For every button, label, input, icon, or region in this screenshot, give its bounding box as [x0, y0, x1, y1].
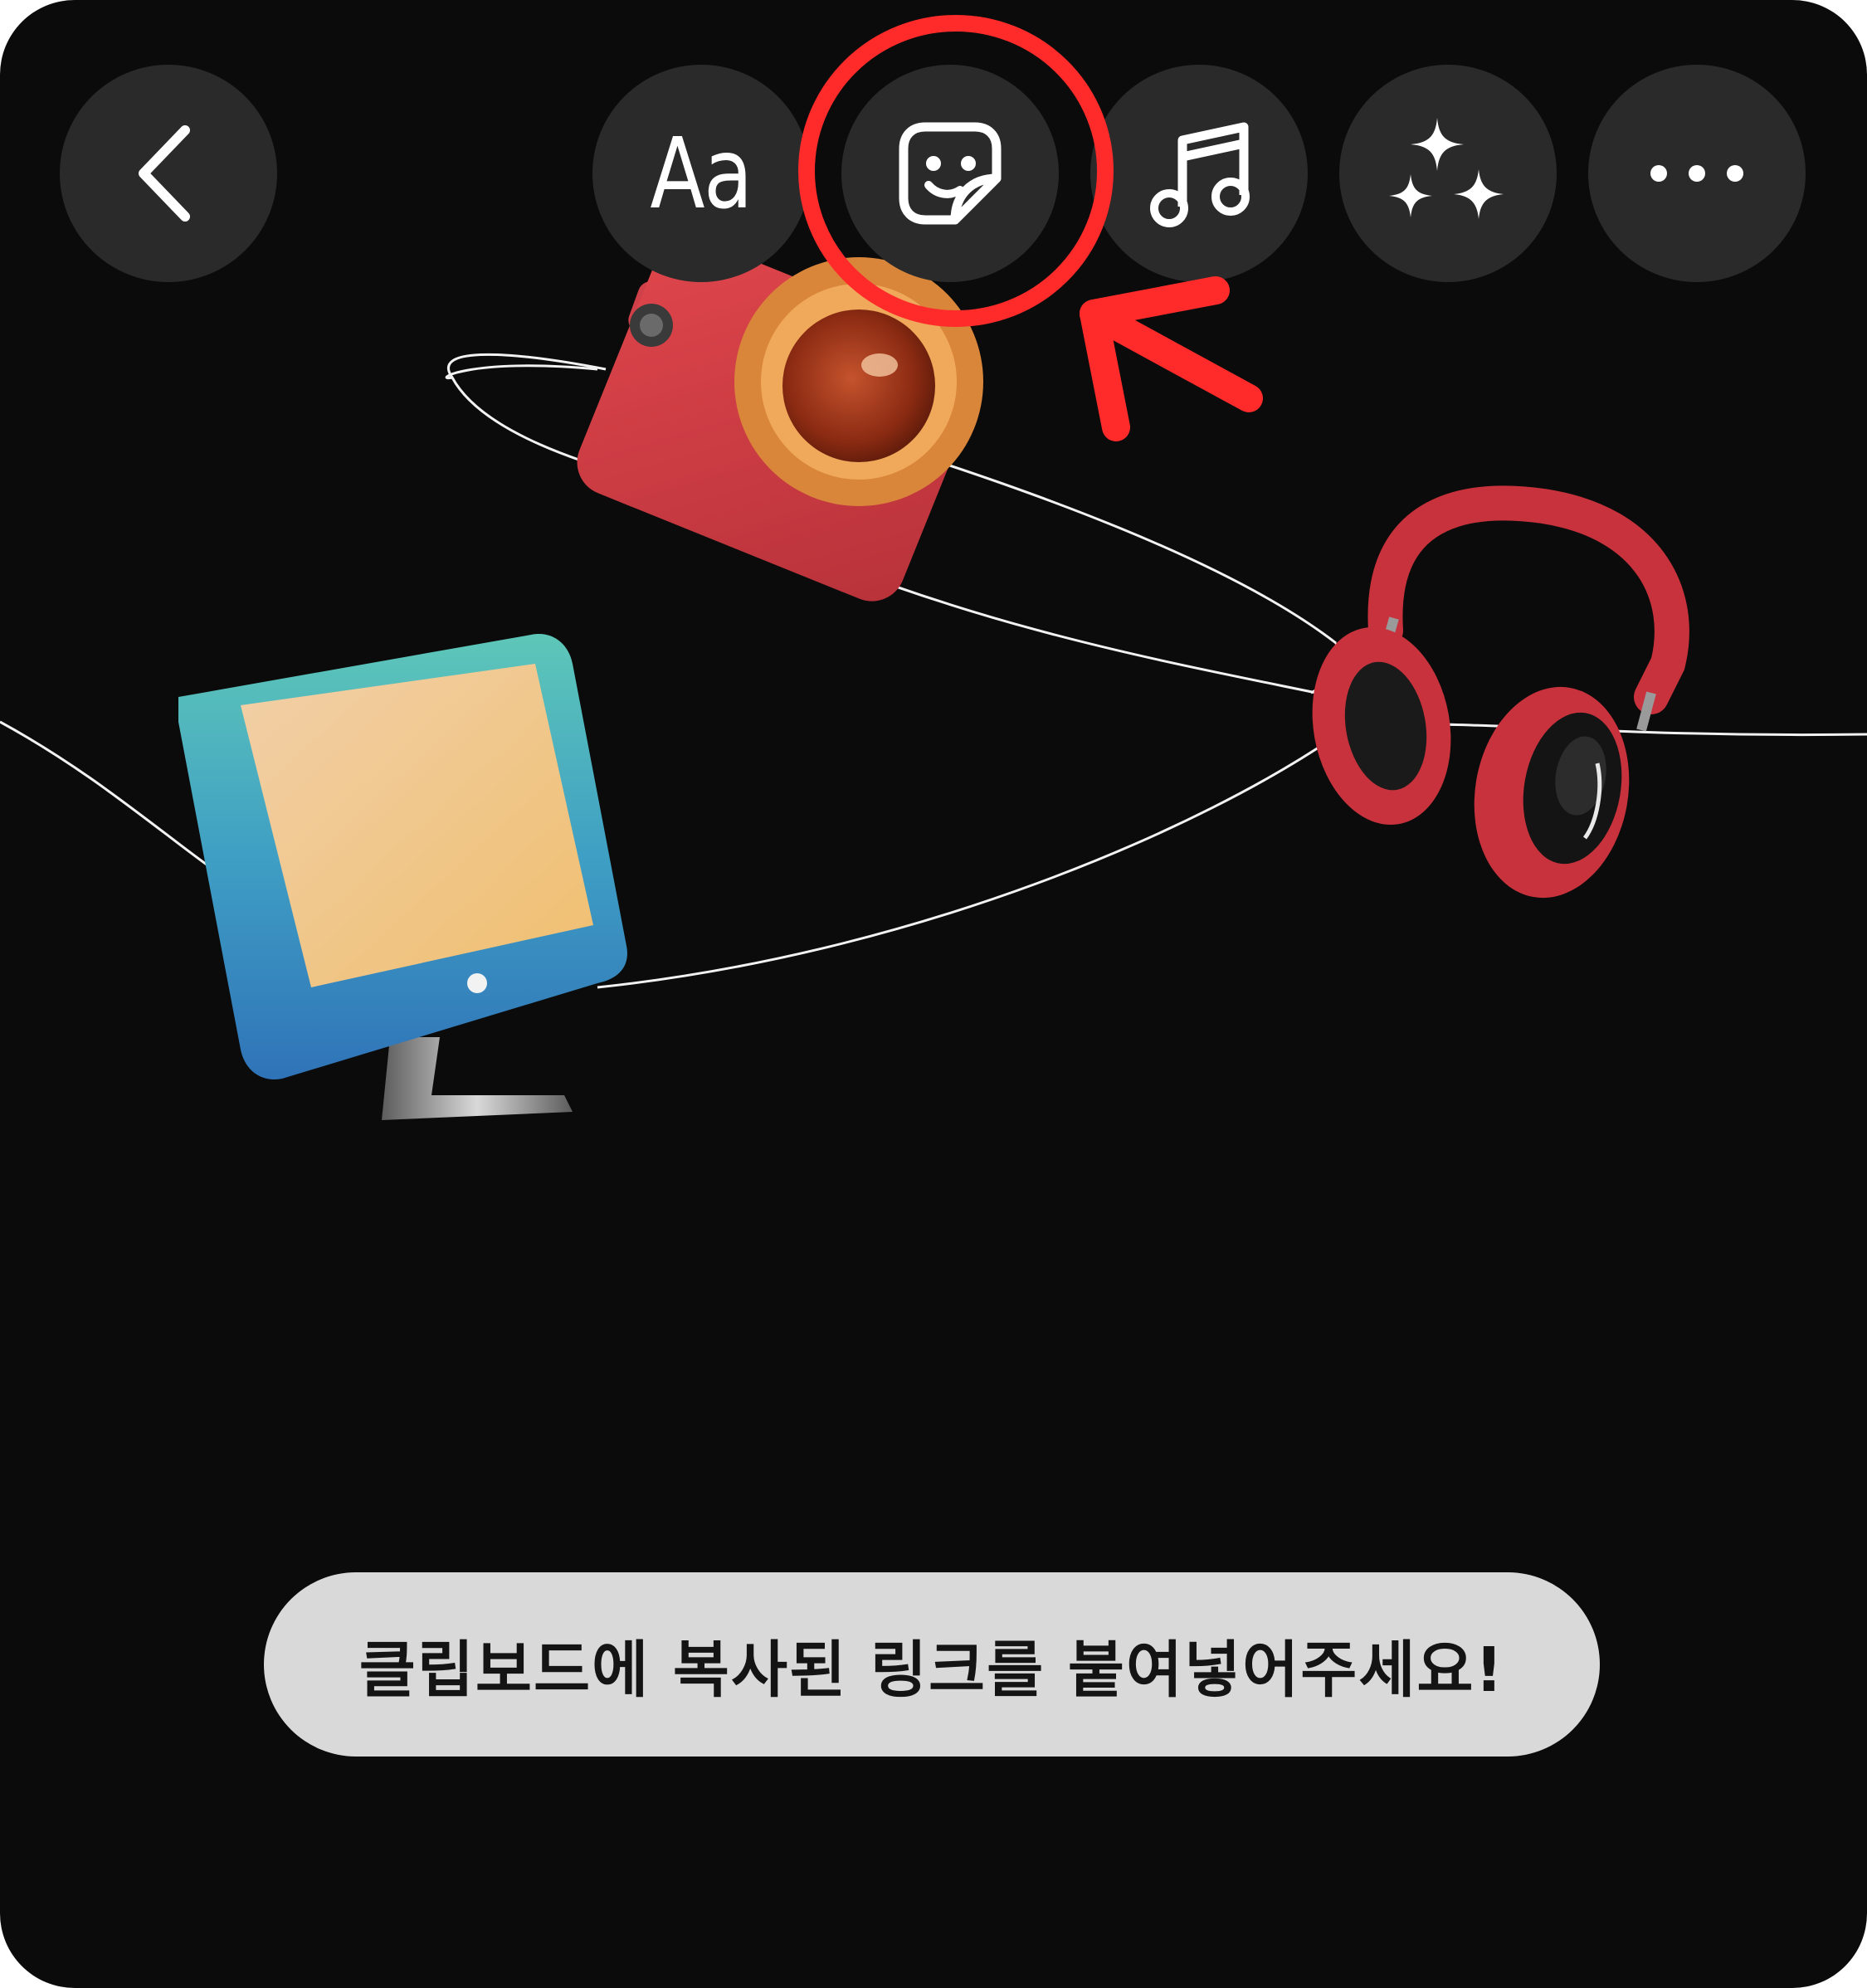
music-button[interactable]: [1090, 65, 1308, 282]
sticker-smiley-icon: [899, 122, 1002, 225]
story-editor-screen: Aa 클립보드에 복사된 링크를 붙여넣어주세요!: [0, 0, 1867, 1988]
monitor-illustration: [178, 634, 627, 1120]
effects-button[interactable]: [1339, 65, 1557, 282]
paste-link-toast: 클립보드에 복사된 링크를 붙여넣어주세요!: [264, 1572, 1600, 1757]
more-horizontal-icon: [1650, 165, 1743, 182]
text-button-label: Aa: [650, 116, 753, 231]
more-button[interactable]: [1588, 65, 1806, 282]
music-note-icon: [1150, 122, 1250, 227]
text-button[interactable]: Aa: [592, 65, 810, 282]
sticker-button[interactable]: [841, 65, 1059, 282]
camera-illustration: [577, 236, 983, 602]
sparkles-icon: [1389, 118, 1504, 219]
chevron-left-icon: [139, 125, 190, 222]
toast-message: 클립보드에 복사된 링크를 붙여넣어주세요!: [358, 1634, 1505, 1706]
back-button[interactable]: [60, 65, 277, 282]
headphones-illustration: [1312, 485, 1689, 899]
